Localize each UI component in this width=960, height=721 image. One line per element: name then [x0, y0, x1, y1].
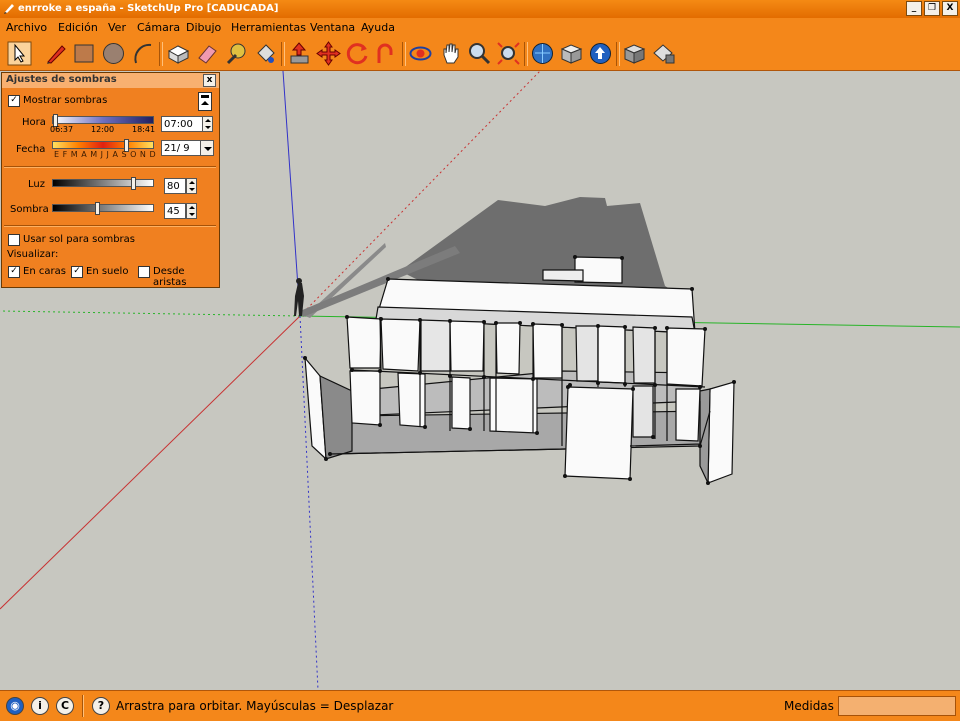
- sombra-spinner[interactable]: [186, 203, 197, 219]
- hora-label: Hora: [22, 117, 46, 128]
- user-account-icon[interactable]: C: [56, 697, 74, 715]
- follow-me-icon[interactable]: [374, 41, 399, 66]
- menu-bar: Archivo Edición Ver Cámara Dibujo Herram…: [0, 18, 960, 38]
- collapse-panel-button[interactable]: [198, 92, 212, 111]
- hora-mid: 12:00: [91, 125, 115, 134]
- show-shadows-checkbox[interactable]: ✓: [8, 95, 20, 107]
- menu-dibujo[interactable]: Dibujo: [186, 21, 221, 34]
- rotate-icon[interactable]: [345, 41, 370, 66]
- components-icon[interactable]: [622, 41, 647, 66]
- zoom-extents-icon[interactable]: [496, 41, 521, 66]
- hora-start: 06:37: [50, 125, 74, 134]
- measurements-input[interactable]: [838, 696, 956, 716]
- on-faces-checkbox[interactable]: ✓: [8, 266, 20, 278]
- share-model-icon[interactable]: [559, 41, 584, 66]
- toolbar-separator: [402, 42, 406, 66]
- green-axis-dotted: [0, 310, 301, 317]
- panel-divider: [4, 225, 216, 227]
- toolbar-separator: [524, 42, 528, 66]
- hora-spinner[interactable]: [202, 116, 213, 132]
- geo-location-icon[interactable]: ◉: [6, 697, 24, 715]
- sombra-slider-thumb[interactable]: [95, 202, 100, 215]
- restore-button[interactable]: ❐: [924, 1, 940, 16]
- eraser-icon[interactable]: [195, 41, 220, 66]
- google-earth-icon[interactable]: [588, 41, 613, 66]
- menu-archivo[interactable]: Archivo: [6, 21, 47, 34]
- menu-ver[interactable]: Ver: [108, 21, 126, 34]
- close-button[interactable]: X: [942, 1, 958, 16]
- credits-icon[interactable]: i: [31, 697, 49, 715]
- luz-slider-thumb[interactable]: [131, 177, 136, 190]
- luz-spinner[interactable]: [186, 178, 197, 194]
- menu-ayuda[interactable]: Ayuda: [361, 21, 395, 34]
- zoom-icon[interactable]: [467, 41, 492, 66]
- panel-close-button[interactable]: x: [203, 74, 216, 87]
- panel-divider: [4, 166, 216, 168]
- paint-bucket-icon[interactable]: [253, 41, 278, 66]
- from-edges-checkbox[interactable]: [138, 266, 150, 278]
- visualizar-label: Visualizar:: [7, 249, 59, 260]
- toolbar-separator: [281, 42, 285, 66]
- panel-title: Ajustes de sombras: [6, 74, 117, 85]
- window-title: enrroke a españa - SketchUp Pro [CADUCAD…: [18, 3, 279, 14]
- luz-label: Luz: [28, 179, 45, 190]
- orbit-icon[interactable]: [408, 41, 433, 66]
- select-tool-icon[interactable]: [7, 41, 32, 66]
- menu-edicion[interactable]: Edición: [58, 21, 98, 34]
- menu-herramientas[interactable]: Herramientas: [231, 21, 306, 34]
- sombra-slider-track[interactable]: [52, 204, 154, 212]
- pencil-tool-icon[interactable]: [44, 41, 69, 66]
- arc-tool-icon[interactable]: [131, 41, 156, 66]
- sombra-label: Sombra: [10, 204, 49, 215]
- hora-slider-track[interactable]: [52, 116, 154, 124]
- hora-end: 18:41: [132, 125, 156, 134]
- use-sun-checkbox[interactable]: [8, 234, 20, 246]
- hora-input[interactable]: 07:00: [161, 116, 206, 132]
- on-faces-label: En caras: [23, 266, 66, 277]
- fecha-dropdown-button[interactable]: [200, 140, 214, 156]
- menu-camara[interactable]: Cámara: [137, 21, 180, 34]
- rectangle-tool-icon[interactable]: [72, 41, 97, 66]
- red-axis: [0, 315, 301, 610]
- main-toolbar: [0, 38, 960, 71]
- panel-title-bar[interactable]: Ajustes de sombras x: [2, 73, 219, 88]
- scale-figure: [294, 278, 304, 316]
- make-component-icon[interactable]: [166, 41, 191, 66]
- sketchup-app-icon: [4, 4, 14, 14]
- status-separator: [82, 695, 84, 717]
- luz-input[interactable]: 80: [164, 178, 186, 194]
- shadow-settings-panel: Ajustes de sombras x ✓ Mostrar sombras H…: [1, 72, 220, 288]
- fecha-months: E F M A M J J A S O N D: [54, 150, 157, 159]
- status-bar: ◉ i C ? Arrastra para orbitar. Mayúscula…: [0, 690, 960, 721]
- show-shadows-label: Mostrar sombras: [23, 95, 108, 106]
- move-icon[interactable]: [316, 41, 341, 66]
- toolbar-separator: [159, 42, 163, 66]
- help-icon[interactable]: ?: [92, 697, 110, 715]
- minimize-button[interactable]: _: [906, 1, 922, 16]
- on-ground-checkbox[interactable]: ✓: [71, 266, 83, 278]
- use-sun-label: Usar sol para sombras: [23, 234, 135, 245]
- from-edges-label: Desde aristas: [153, 266, 187, 288]
- sombra-input[interactable]: 45: [164, 203, 186, 219]
- circle-tool-icon[interactable]: [101, 41, 126, 66]
- tape-measure-icon[interactable]: [224, 41, 249, 66]
- toolbar-separator: [616, 42, 620, 66]
- on-ground-label: En suelo: [86, 266, 129, 277]
- pan-icon[interactable]: [438, 41, 463, 66]
- status-hint: Arrastra para orbitar. Mayúsculas = Desp…: [116, 699, 394, 713]
- measurements-label: Medidas: [784, 699, 834, 713]
- fecha-slider-track[interactable]: [52, 141, 154, 149]
- materials-icon[interactable]: [651, 41, 676, 66]
- get-models-icon[interactable]: [530, 41, 555, 66]
- push-pull-icon[interactable]: [287, 41, 312, 66]
- menu-ventana[interactable]: Ventana: [310, 21, 355, 34]
- fecha-label: Fecha: [16, 144, 46, 155]
- title-bar: enrroke a españa - SketchUp Pro [CADUCAD…: [0, 0, 960, 18]
- luz-slider-track[interactable]: [52, 179, 154, 187]
